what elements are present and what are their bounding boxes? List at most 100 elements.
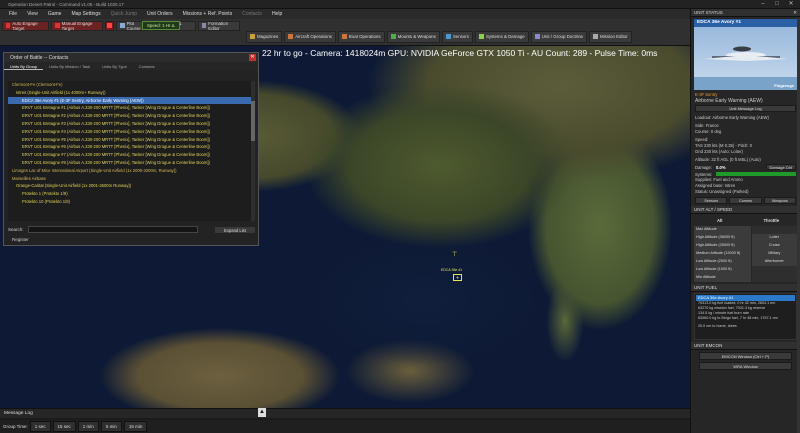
system-buttons: Sensors Comms Weapons: [695, 197, 796, 204]
list-item[interactable]: ERVT U01 Bretagne #1 (Airbus A.330-200 M…: [8, 104, 252, 112]
altitude-option[interactable]: Low Altitude (1000 ft): [694, 266, 751, 274]
collapse-icon[interactable]: ✕: [793, 10, 797, 16]
sensors-button[interactable]: Sensors: [441, 30, 473, 43]
toolbar: Auto Engage Target Manual Engage Target …: [0, 19, 690, 46]
menu-contacts[interactable]: Contacts: [237, 9, 267, 19]
list-item[interactable]: Orange-Caritat (Single-Unit Airfield (1x…: [8, 182, 252, 190]
mission-editor-button[interactable]: Mission Editor: [589, 30, 632, 43]
crosshair-icon: [55, 23, 60, 28]
pause-button[interactable]: [105, 20, 115, 31]
minimize-icon[interactable]: –: [756, 0, 770, 8]
damage-label: Damage:: [695, 164, 712, 170]
tab-units-by-type[interactable]: Units By Type: [96, 62, 133, 70]
speed-selector[interactable]: Speed: 1 Hr Δ: [142, 21, 180, 30]
throttle-option[interactable]: Cruise: [751, 242, 797, 250]
list-item[interactable]: ERVT U01 Bretagne #7 (Airbus A.330-200 M…: [8, 151, 252, 159]
list-item[interactable]: ERVT U01 Bretagne #5 (Airbus A.330-200 M…: [8, 136, 252, 144]
list-item[interactable]: Protekto 1 (Protekto 1/9): [8, 190, 252, 198]
time-button[interactable]: 5 min: [100, 421, 122, 432]
unit-status: Status: Unassigned (Parked): [695, 189, 749, 194]
aircraft-icon: [288, 34, 294, 39]
list-item[interactable]: ERVT U01 Bretagne #2 (Airbus A.330-200 M…: [8, 112, 252, 120]
sea-area: [310, 236, 540, 366]
comms-button[interactable]: Comms: [729, 197, 762, 204]
list-item[interactable]: Istres (Single-Unit Airfield (1x 4000m+ …: [8, 89, 252, 97]
loadout[interactable]: Loadout: Airborne Early Warning (AEW): [691, 115, 800, 121]
tab-units-by-group[interactable]: Units By Group: [4, 62, 44, 70]
altitude-option[interactable]: High Altitude (36000 ft): [694, 234, 751, 242]
scroll-thumb[interactable]: [251, 101, 255, 141]
list-item[interactable]: ERVT U01 Bretagne #3 (Airbus A.330-200 M…: [8, 120, 252, 128]
time-label: Group Time:: [3, 424, 28, 429]
unit-message-log-button[interactable]: Unit Message Log: [695, 105, 796, 112]
expand-list-button[interactable]: Expand List: [214, 225, 256, 234]
time-button[interactable]: 1 sec: [29, 421, 51, 432]
altitude-option[interactable]: Max Altitude: [694, 226, 751, 234]
menu-quick-jump[interactable]: Quick Jump: [106, 9, 142, 19]
wra-window-button[interactable]: WRA Window: [699, 361, 792, 370]
close-icon[interactable]: ✕: [784, 0, 798, 8]
search-input[interactable]: [27, 226, 198, 233]
alt-row: Low Altitude (1000 ft): [694, 266, 797, 274]
tab-contacts[interactable]: Contacts: [133, 62, 161, 70]
menu-unit-orders[interactable]: Unit Orders: [142, 9, 178, 19]
damage-control-button[interactable]: Damage Ctrl: [765, 164, 796, 170]
list-item[interactable]: Protekto 10 (Protekto 1/9): [8, 198, 252, 206]
list-item[interactable]: EDCA 36e Avory #1 (E-3F Sentry, Airborne…: [8, 96, 252, 105]
aircraft-ops-button[interactable]: Aircraft Operations: [284, 30, 336, 43]
list-item[interactable]: ERVT U01 Bretagne #8 (Airbus A.330-200 M…: [8, 159, 252, 167]
alt-row: Min Altitude: [694, 274, 797, 282]
formation-icon: [202, 23, 207, 28]
message-log-label: Message Log: [4, 411, 33, 416]
time-button[interactable]: 1 min: [77, 421, 99, 432]
unit-label: EDCA 36e #1: [441, 268, 463, 272]
systems-label: Systems:: [695, 171, 713, 177]
altitude-option[interactable]: High Altitude (25000 ft): [694, 242, 751, 250]
menu-help[interactable]: Help: [267, 9, 287, 19]
throttle-option[interactable]: Loiter: [751, 234, 797, 242]
maximize-icon[interactable]: □: [770, 0, 784, 8]
altitude-option[interactable]: Min Altitude: [694, 274, 751, 282]
message-log-bar[interactable]: Message Log: [0, 408, 690, 418]
list-item[interactable]: ERVT U01 Bretagne #4 (Airbus A.330-200 M…: [8, 128, 252, 136]
list-item[interactable]: Limoges Lac of Mice International Airpor…: [8, 167, 252, 175]
systems-damage-button[interactable]: Systems & Damage: [474, 30, 529, 43]
altitude-option[interactable]: Medium Altitude (12000 ft): [694, 250, 751, 258]
throttle-option[interactable]: Military: [751, 250, 797, 258]
expand-log-icon[interactable]: ▲: [258, 408, 266, 417]
menu-file[interactable]: File: [4, 9, 22, 19]
list-item[interactable]: Clermont-Fe (Clermont-Fe): [8, 81, 252, 89]
boat-ops-button[interactable]: Boat Operations: [337, 30, 385, 43]
airbase-unit-icon[interactable]: ✈: [453, 274, 462, 281]
alt-speed-header: UNIT ALT / SPEED: [691, 206, 800, 214]
time-button[interactable]: 15 min: [123, 421, 148, 432]
manual-engage-button[interactable]: Manual Engage Target: [51, 20, 104, 31]
tab-units-by-mission[interactable]: Units By Mission / Task: [43, 62, 96, 70]
weapons-button[interactable]: Weapons: [763, 197, 796, 204]
title-bar: Operation Desert Patrol - Command v1.06 …: [0, 0, 800, 9]
unit-role: Airborne Early Warning (AEW): [695, 98, 763, 104]
register-link[interactable]: Register: [12, 237, 29, 242]
menu-view[interactable]: View: [22, 9, 43, 19]
list-item[interactable]: ERVT U01 Bretagne #6 (Airbus A.330-200 M…: [8, 143, 252, 151]
aircraft-unit-icon[interactable]: ⊤: [452, 251, 457, 258]
menu-missions[interactable]: Missions + Ref. Points: [178, 9, 238, 19]
mounts-weapons-button[interactable]: Mounts & Weapons: [386, 30, 440, 43]
magazines-button[interactable]: Magazines: [246, 30, 283, 43]
menu-game[interactable]: Game: [43, 9, 67, 19]
altitude-option[interactable]: Low Altitude (2000 ft): [694, 258, 751, 266]
throttle-header: Throttle: [763, 218, 780, 223]
doctrine-button[interactable]: Unit / Group Doctrine: [530, 30, 587, 43]
auto-engage-button[interactable]: Auto Engage Target: [2, 20, 50, 31]
throttle-option[interactable]: Afterburner: [751, 258, 797, 266]
formation-editor-button[interactable]: Formation Editor: [198, 20, 240, 31]
scrollbar[interactable]: [251, 81, 255, 221]
aircraft-picture: [694, 46, 797, 90]
close-icon[interactable]: ✕: [249, 54, 256, 61]
sensors-button[interactable]: Sensors: [695, 197, 728, 204]
menu-map-settings[interactable]: Map Settings: [66, 9, 105, 19]
unit-tree[interactable]: Clermont-Fe (Clermont-Fe) Istres (Single-…: [8, 81, 252, 221]
time-button[interactable]: 15 sec: [52, 421, 76, 432]
emcon-window-button[interactable]: EMCON Window (Ctrl + P): [699, 351, 792, 360]
list-item[interactable]: Marseilles Airbase: [8, 175, 252, 183]
